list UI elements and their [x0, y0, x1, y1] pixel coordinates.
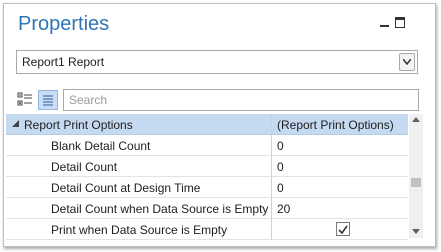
- property-row[interactable]: Print when Data Source is Empty: [6, 219, 408, 240]
- maximize-icon[interactable]: [395, 17, 405, 28]
- property-name: Blank Detail Count: [51, 139, 151, 153]
- category-value: (Report Print Options): [277, 118, 394, 132]
- scroll-up-icon[interactable]: [412, 117, 420, 122]
- scrollbar-thumb[interactable]: [411, 178, 421, 187]
- property-grid: Report Print Options (Report Print Optio…: [6, 114, 408, 240]
- object-selector-dropdown[interactable]: Report1 Report: [16, 50, 418, 74]
- property-row[interactable]: Detail Count when Data Source is Empty 2…: [6, 198, 408, 219]
- category-row[interactable]: Report Print Options (Report Print Optio…: [6, 114, 408, 135]
- scroll-down-icon[interactable]: [412, 229, 420, 234]
- property-name: Detail Count: [51, 160, 118, 174]
- collapse-triangle-icon[interactable]: [12, 120, 19, 127]
- property-value[interactable]: 0: [277, 160, 284, 174]
- alphabetical-view-icon[interactable]: [38, 90, 58, 110]
- pin-icon[interactable]: [380, 25, 389, 27]
- property-name: Detail Count when Data Source is Empty: [51, 202, 269, 216]
- search-input[interactable]: Search: [63, 89, 419, 111]
- category-label: Report Print Options: [24, 118, 133, 132]
- selected-object: Report1 Report: [22, 55, 105, 69]
- dropdown-arrow-icon[interactable]: [399, 53, 415, 71]
- checkbox-checked-icon[interactable]: [336, 222, 350, 236]
- categorized-view-icon[interactable]: [16, 90, 34, 108]
- property-value[interactable]: 20: [277, 202, 290, 216]
- property-name: Detail Count at Design Time: [51, 181, 201, 195]
- property-row[interactable]: Detail Count at Design Time 0: [6, 177, 408, 198]
- vertical-scrollbar[interactable]: [409, 114, 423, 238]
- property-value[interactable]: 0: [277, 181, 284, 195]
- property-row[interactable]: Blank Detail Count 0: [6, 135, 408, 156]
- panel-title: Properties: [18, 13, 110, 35]
- search-placeholder: Search: [69, 93, 108, 107]
- property-name: Print when Data Source is Empty: [51, 223, 228, 237]
- property-value[interactable]: 0: [277, 139, 284, 153]
- property-row[interactable]: Detail Count 0: [6, 156, 408, 177]
